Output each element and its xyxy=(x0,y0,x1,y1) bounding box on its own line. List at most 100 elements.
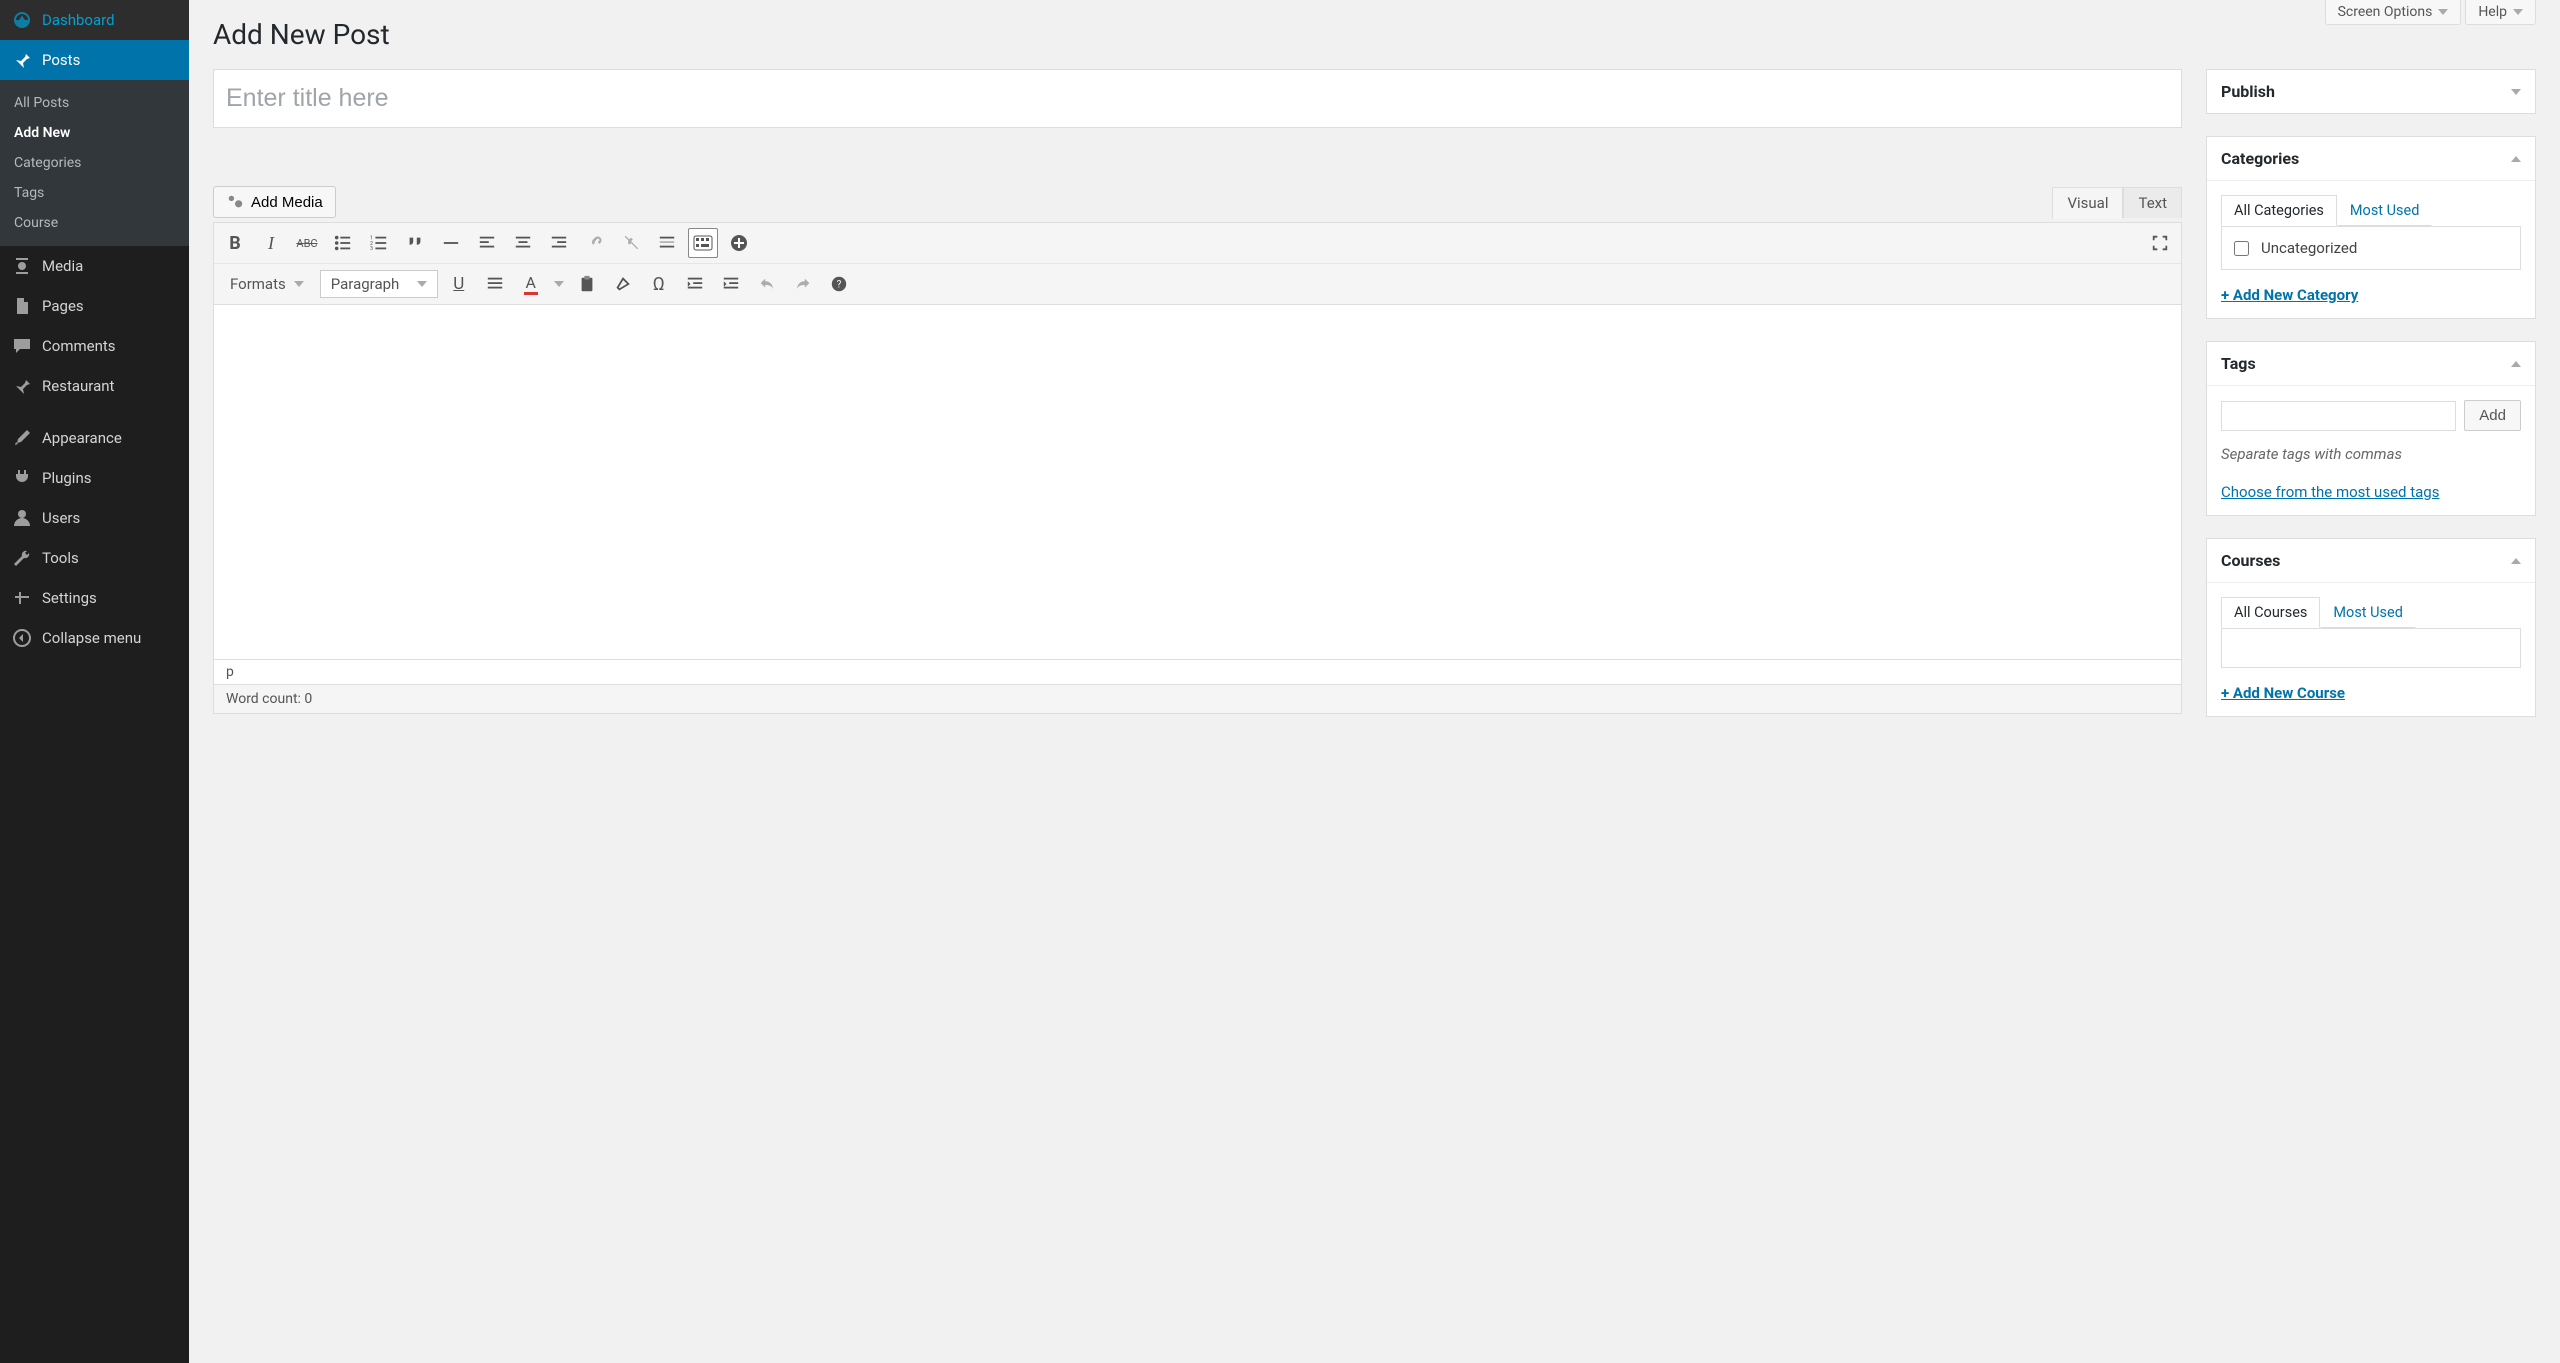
publish-header[interactable]: Publish xyxy=(2207,70,2535,113)
tab-text[interactable]: Text xyxy=(2123,187,2182,218)
choose-tags-link[interactable]: Choose from the most used tags xyxy=(2221,483,2439,501)
nav-posts-submenu: All Posts Add New Categories Tags Course xyxy=(0,80,189,246)
nav-tools[interactable]: Tools xyxy=(0,538,189,578)
underline-button[interactable]: U xyxy=(444,269,474,299)
nav-dashboard-label: Dashboard xyxy=(42,11,115,29)
redo-button[interactable] xyxy=(788,269,818,299)
category-tabs: All Categories Most Used xyxy=(2221,195,2521,227)
bold-button[interactable]: B xyxy=(220,228,250,258)
course-tabs: All Courses Most Used xyxy=(2221,597,2521,629)
categories-box: Categories All Categories Most Used Unca… xyxy=(2206,136,2536,319)
pin-icon xyxy=(12,50,32,70)
nav-media[interactable]: Media xyxy=(0,246,189,286)
nav-plugins[interactable]: Plugins xyxy=(0,458,189,498)
help-tab[interactable]: Help xyxy=(2465,0,2536,25)
svg-text:3: 3 xyxy=(370,246,373,252)
add-category-link[interactable]: + Add New Category xyxy=(2221,286,2358,304)
nav-posts-label: Posts xyxy=(42,51,80,69)
categories-header[interactable]: Categories xyxy=(2207,137,2535,181)
category-item[interactable]: Uncategorized xyxy=(2234,239,2508,257)
chevron-up-icon xyxy=(2511,361,2521,367)
nav-pages[interactable]: Pages xyxy=(0,286,189,326)
courses-header[interactable]: Courses xyxy=(2207,539,2535,583)
hr-button[interactable] xyxy=(436,228,466,258)
post-title-input[interactable] xyxy=(213,69,2182,128)
editor-word-count: Word count: 0 xyxy=(213,685,2182,714)
formats-label: Formats xyxy=(230,275,286,293)
main-content: Screen Options Help Add New Post Add Med… xyxy=(189,0,2560,763)
nav-plugins-label: Plugins xyxy=(42,469,91,487)
paragraph-dropdown[interactable]: Paragraph xyxy=(320,270,438,298)
help-button[interactable]: ? xyxy=(824,269,854,299)
editor-mode-tabs: Visual Text xyxy=(2052,187,2182,218)
nav-comments[interactable]: Comments xyxy=(0,326,189,366)
nav-posts[interactable]: Posts xyxy=(0,40,189,80)
pages-icon xyxy=(12,296,32,316)
unlink-button[interactable] xyxy=(616,228,646,258)
add-course-link[interactable]: + Add New Course xyxy=(2221,684,2345,702)
category-list: Uncategorized xyxy=(2221,226,2521,270)
outdent-button[interactable] xyxy=(680,269,710,299)
blockquote-button[interactable] xyxy=(400,228,430,258)
paragraph-label: Paragraph xyxy=(331,275,400,293)
dashboard-icon xyxy=(12,10,32,30)
text-color-picker[interactable] xyxy=(552,269,566,299)
nav-restaurant[interactable]: Restaurant xyxy=(0,366,189,406)
bullet-list-button[interactable] xyxy=(328,228,358,258)
users-icon xyxy=(12,508,32,528)
indent-button[interactable] xyxy=(716,269,746,299)
media-icon xyxy=(12,256,32,276)
tag-input[interactable] xyxy=(2221,401,2456,431)
nav-appearance-label: Appearance xyxy=(42,429,122,447)
italic-button[interactable]: I xyxy=(256,228,286,258)
chevron-down-icon xyxy=(2511,89,2521,95)
formats-dropdown[interactable]: Formats xyxy=(220,271,314,297)
add-media-button[interactable]: Add Media xyxy=(213,186,336,218)
editor-content[interactable] xyxy=(213,305,2182,660)
special-char-button[interactable]: Ω xyxy=(644,269,674,299)
toolbar-toggle-button[interactable] xyxy=(688,228,718,258)
justify-button[interactable] xyxy=(480,269,510,299)
nav-tools-label: Tools xyxy=(42,549,79,567)
tab-all-courses[interactable]: All Courses xyxy=(2221,597,2320,628)
comments-icon xyxy=(12,336,32,356)
nav-settings[interactable]: Settings xyxy=(0,578,189,618)
chevron-down-icon xyxy=(417,281,427,287)
align-left-button[interactable] xyxy=(472,228,502,258)
chevron-up-icon xyxy=(2511,558,2521,564)
text-color-button[interactable]: A xyxy=(516,269,546,299)
nav-sub-course[interactable]: Course xyxy=(0,208,189,238)
screen-options-label: Screen Options xyxy=(2338,4,2433,20)
tab-most-used-courses[interactable]: Most Used xyxy=(2320,597,2416,628)
numbered-list-button[interactable]: 123 xyxy=(364,228,394,258)
category-checkbox[interactable] xyxy=(2234,241,2249,256)
nav-sub-tags[interactable]: Tags xyxy=(0,178,189,208)
nav-restaurant-label: Restaurant xyxy=(42,377,114,395)
editor-toolbar: B I ABC 123 xyxy=(213,222,2182,305)
link-button[interactable] xyxy=(580,228,610,258)
add-tag-button[interactable]: Add xyxy=(2464,400,2521,431)
nav-collapse[interactable]: Collapse menu xyxy=(0,618,189,658)
undo-button[interactable] xyxy=(752,269,782,299)
nav-appearance[interactable]: Appearance xyxy=(0,418,189,458)
nav-users[interactable]: Users xyxy=(0,498,189,538)
screen-options-tab[interactable]: Screen Options xyxy=(2325,0,2462,25)
more-button[interactable] xyxy=(652,228,682,258)
add-media-label: Add Media xyxy=(251,194,323,211)
collapse-icon xyxy=(12,628,32,648)
nav-dashboard[interactable]: Dashboard xyxy=(0,0,189,40)
align-right-button[interactable] xyxy=(544,228,574,258)
paste-button[interactable] xyxy=(572,269,602,299)
clear-format-button[interactable] xyxy=(608,269,638,299)
nav-sub-categories[interactable]: Categories xyxy=(0,148,189,178)
strikethrough-button[interactable]: ABC xyxy=(292,228,322,258)
tab-most-used-categories[interactable]: Most Used xyxy=(2337,195,2433,226)
nav-sub-add-new[interactable]: Add New xyxy=(0,118,189,148)
tab-all-categories[interactable]: All Categories xyxy=(2221,195,2337,226)
nav-sub-all-posts[interactable]: All Posts xyxy=(0,88,189,118)
fullscreen-button[interactable] xyxy=(2145,228,2175,258)
tab-visual[interactable]: Visual xyxy=(2052,187,2123,219)
tags-header[interactable]: Tags xyxy=(2207,342,2535,386)
add-element-button[interactable] xyxy=(724,228,754,258)
align-center-button[interactable] xyxy=(508,228,538,258)
